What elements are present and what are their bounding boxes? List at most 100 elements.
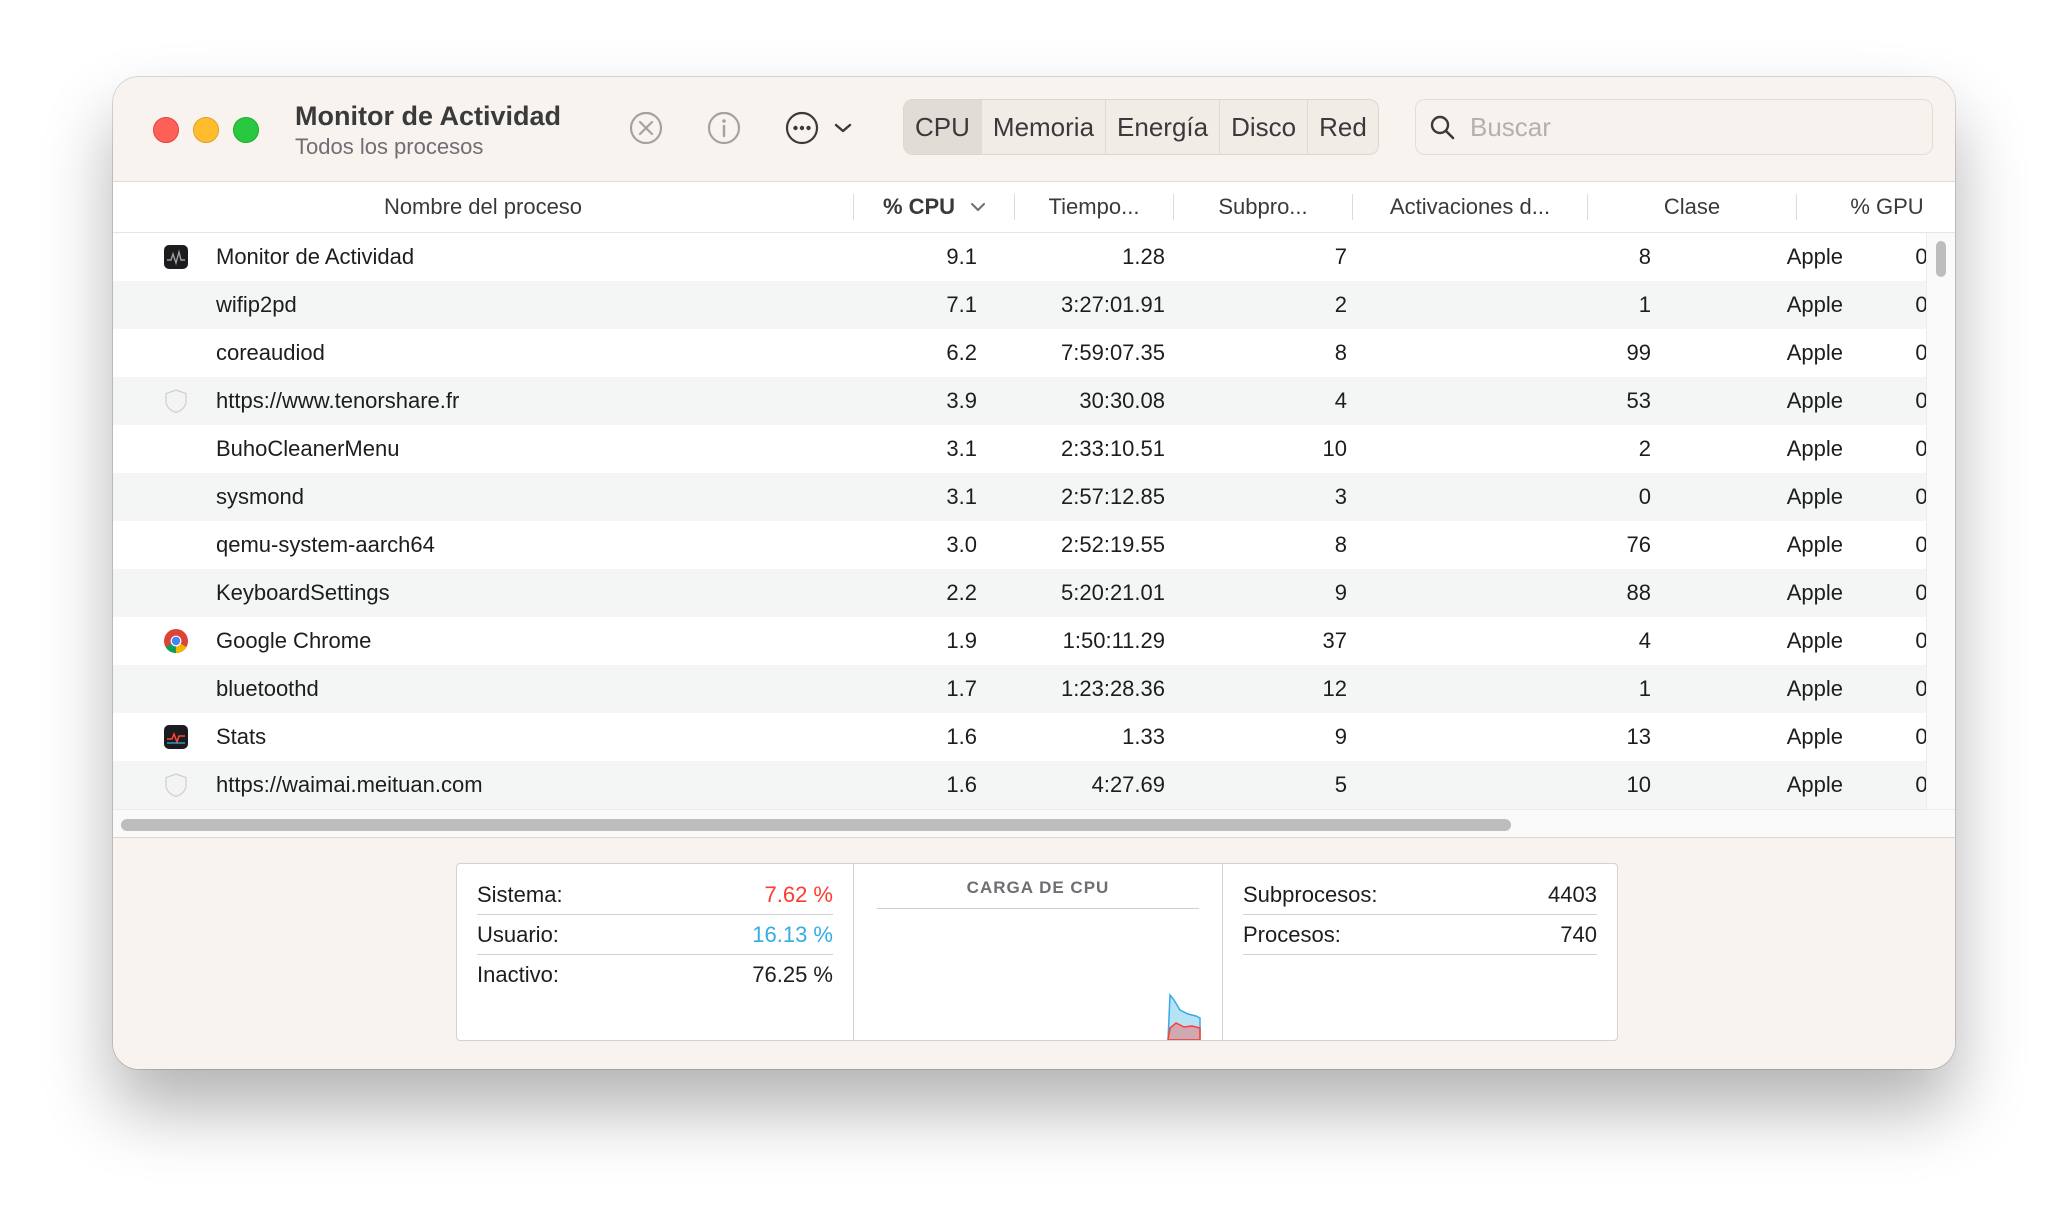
- vertical-scrollbar[interactable]: [1926, 233, 1955, 809]
- threads-value: 37: [1322, 628, 1347, 653]
- process-name: https://www.tenorshare.fr: [216, 388, 460, 413]
- column-header-threads[interactable]: Subpro...: [1174, 182, 1352, 232]
- table-header: Nombre del proceso % CPU Tiempo... Subpr…: [113, 182, 1955, 233]
- gpu-value: 0.0: [1915, 244, 1927, 269]
- gpu-value: 0.0: [1915, 676, 1927, 701]
- horizontal-scroll-thumb[interactable]: [121, 819, 1511, 831]
- info-icon[interactable]: [704, 108, 744, 148]
- threads-value: 9: [1334, 724, 1347, 749]
- table-row[interactable]: KeyboardSettings 2.2 5:20:21.01 9 88 App…: [113, 569, 1927, 617]
- tab-cpu[interactable]: CPU: [904, 100, 981, 154]
- gpu-value: 0.0: [1915, 484, 1927, 509]
- window-title: Monitor de Actividad: [295, 101, 562, 131]
- tab-memoria[interactable]: Memoria: [980, 100, 1105, 154]
- class-value: Apple: [1786, 772, 1843, 797]
- system-load-value: 7.62 %: [764, 882, 834, 907]
- search-field[interactable]: [1415, 99, 1933, 155]
- tab-red[interactable]: Red: [1307, 100, 1378, 154]
- threads-label: Subprocesos:: [1243, 882, 1378, 907]
- threads-value: 4: [1334, 388, 1347, 413]
- process-name: Stats: [216, 724, 267, 749]
- table-row[interactable]: Google Chrome 1.9 1:50:11.29 37 4 Apple …: [113, 617, 1927, 665]
- column-header-wakeups[interactable]: Activaciones d...: [1353, 182, 1587, 232]
- zoom-window-button[interactable]: [233, 117, 259, 143]
- class-value: Apple: [1786, 580, 1843, 605]
- column-header-gpu[interactable]: % GPU: [1797, 182, 1955, 232]
- process-name: sysmond: [216, 484, 305, 509]
- table-row[interactable]: wifip2pd 7.1 3:27:01.91 2 1 Apple 0.0: [113, 281, 1927, 329]
- table-row[interactable]: sysmond 3.1 2:57:12.85 3 0 Apple 0.0: [113, 473, 1927, 521]
- table-row[interactable]: coreaudiod 6.2 7:59:07.35 8 99 Apple 0.0: [113, 329, 1927, 377]
- stats-app-icon: [164, 725, 188, 749]
- table-row[interactable]: Monitor de Actividad 9.1 1.28 7 8 Apple …: [113, 233, 1927, 281]
- table-row[interactable]: qemu-system-aarch64 3.0 2:52:19.55 8 76 …: [113, 521, 1927, 569]
- cpu-load-chart: [1167, 992, 1201, 1040]
- processes-row: Procesos: 740: [1243, 916, 1597, 955]
- column-header-time[interactable]: Tiempo...: [1015, 182, 1173, 232]
- stop-process-icon[interactable]: [626, 108, 666, 148]
- gpu-value: 0.0: [1915, 724, 1927, 749]
- horizontal-scrollbar[interactable]: [113, 809, 1955, 837]
- process-name: bluetoothd: [216, 676, 319, 701]
- threads-value: 12: [1322, 676, 1347, 701]
- close-window-button[interactable]: [153, 117, 179, 143]
- wakeups-value: 13: [1626, 724, 1651, 749]
- table-row[interactable]: https://www.tenorshare.fr 3.9 30:30.08 4…: [113, 377, 1927, 425]
- class-value: Apple: [1786, 292, 1843, 317]
- process-name: Google Chrome: [216, 628, 372, 653]
- process-name: BuhoCleanerMenu: [216, 436, 400, 461]
- cpu-summary-box: Sistema: 7.62 % Usuario: 16.13 % Inactiv…: [456, 863, 1618, 1041]
- cpu-value: 1.7: [946, 676, 977, 701]
- column-header-name[interactable]: Nombre del proceso: [113, 182, 853, 232]
- gpu-value: 0.0: [1915, 388, 1927, 413]
- wakeups-value: 2: [1638, 436, 1651, 461]
- cpu-value: 6.2: [946, 340, 977, 365]
- class-value: Apple: [1786, 436, 1843, 461]
- cpu-time-value: 30:30.08: [1079, 388, 1165, 413]
- wakeups-value: 10: [1626, 772, 1651, 797]
- user-load-row: Usuario: 16.13 %: [477, 916, 833, 955]
- chevron-down-icon[interactable]: [833, 121, 853, 135]
- cpu-value: 3.0: [946, 532, 977, 557]
- threads-value: 8: [1334, 532, 1347, 557]
- minimize-window-button[interactable]: [193, 117, 219, 143]
- threads-row: Subprocesos: 4403: [1243, 876, 1597, 915]
- class-value: Apple: [1786, 340, 1843, 365]
- column-header-class[interactable]: Clase: [1588, 182, 1796, 232]
- table-row[interactable]: https://waimai.meituan.com 1.6 4:27.69 5…: [113, 761, 1927, 809]
- idle-row: Inactivo: 76.25 %: [477, 956, 833, 994]
- gpu-value: 0.0: [1915, 532, 1927, 557]
- cpu-value: 7.1: [946, 292, 977, 317]
- gpu-value: 0.0: [1915, 292, 1927, 317]
- chrome-icon: [164, 629, 188, 654]
- threads-value: 10: [1322, 436, 1347, 461]
- class-value: Apple: [1786, 484, 1843, 509]
- process-name: KeyboardSettings: [216, 580, 390, 605]
- cpu-value: 2.2: [946, 580, 977, 605]
- threads-count: 4403: [1548, 882, 1597, 907]
- cpu-load-breakdown: Sistema: 7.62 % Usuario: 16.13 % Inactiv…: [457, 864, 854, 1040]
- cpu-time-value: 3:27:01.91: [1061, 292, 1165, 317]
- table-row[interactable]: BuhoCleanerMenu 3.1 2:33:10.51 10 2 Appl…: [113, 425, 1927, 473]
- column-header-cpu[interactable]: % CPU: [854, 182, 1014, 232]
- cpu-value: 1.9: [946, 628, 977, 653]
- wakeups-value: 76: [1626, 532, 1651, 557]
- wakeups-value: 0: [1638, 484, 1651, 509]
- table-row[interactable]: Stats 1.6 1.33 9 13 Apple 0.0: [113, 713, 1927, 761]
- process-name: qemu-system-aarch64: [216, 532, 435, 557]
- table-row[interactable]: bluetoothd 1.7 1:23:28.36 12 1 Apple 0.0: [113, 665, 1927, 713]
- web-shield-icon: [165, 389, 187, 414]
- web-shield-icon: [165, 773, 187, 798]
- cpu-value: 3.1: [946, 436, 977, 461]
- sort-descending-icon[interactable]: [970, 201, 986, 213]
- more-actions-icon[interactable]: [782, 108, 822, 148]
- tab-energia[interactable]: Energía: [1105, 100, 1219, 154]
- tab-disco[interactable]: Disco: [1219, 100, 1307, 154]
- class-value: Apple: [1786, 724, 1843, 749]
- vertical-scroll-thumb[interactable]: [1936, 241, 1946, 277]
- search-input[interactable]: [1468, 100, 1912, 154]
- process-name: coreaudiod: [216, 340, 325, 365]
- threads-value: 3: [1334, 484, 1347, 509]
- idle-label: Inactivo:: [477, 962, 559, 987]
- summary-panel: Sistema: 7.62 % Usuario: 16.13 % Inactiv…: [113, 837, 1955, 1069]
